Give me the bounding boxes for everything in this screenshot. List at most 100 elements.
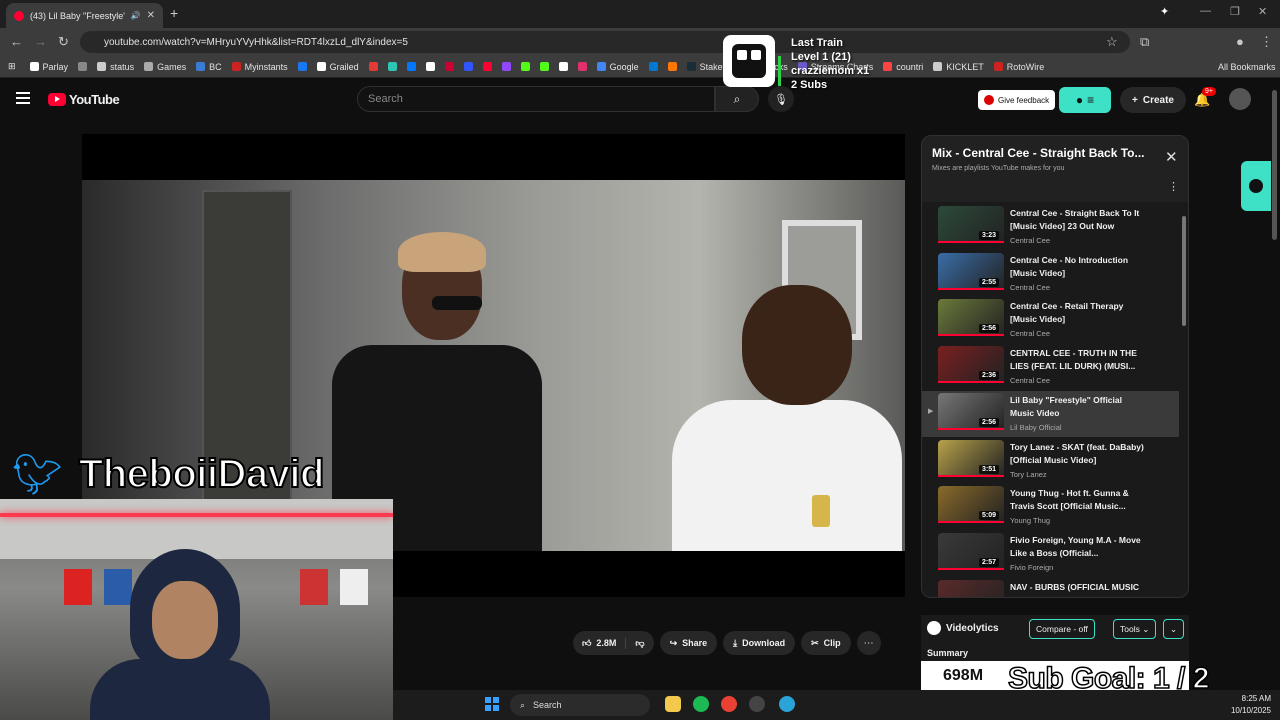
gemini-icon[interactable]: ✦: [1160, 5, 1169, 18]
bookmark-item[interactable]: [368, 62, 378, 71]
bookmark-item[interactable]: [558, 62, 568, 71]
playlist-item-title[interactable]: Lil Baby "Freestyle" Official Music Vide…: [1010, 394, 1145, 420]
clip-button[interactable]: ✂ Clip: [801, 631, 851, 655]
apps-icon[interactable]: ⊞: [8, 61, 16, 72]
bookmark-item[interactable]: [444, 62, 454, 71]
minimize-button[interactable]: —: [1200, 5, 1211, 17]
bookmark-item[interactable]: status: [97, 62, 134, 72]
playlist-item-title[interactable]: Central Cee - No Introduction [Music Vid…: [1010, 254, 1145, 280]
page-scrollbar[interactable]: [1272, 90, 1277, 240]
spotify-icon[interactable]: [693, 696, 709, 712]
duration-badge: 3:51: [979, 464, 1000, 474]
bookmark-item[interactable]: Games: [144, 62, 186, 72]
bookmark-item[interactable]: [577, 62, 587, 71]
bookmark-favicon-icon: [97, 62, 107, 71]
bookmark-item[interactable]: RotoWire: [993, 62, 1044, 72]
close-tab-icon[interactable]: ✕: [147, 10, 155, 21]
more-actions-button[interactable]: ⋯: [856, 631, 881, 655]
playlist-item-title[interactable]: Central Cee - Straight Back To It [Music…: [1010, 207, 1145, 233]
playlist-item[interactable]: 2:56 Central Cee - Retail Therapy [Music …: [922, 297, 1179, 343]
obs-icon[interactable]: [749, 696, 765, 712]
avatar[interactable]: [1229, 88, 1251, 110]
playlist-item[interactable]: NAV - BURBS (OFFICIAL MUSIC VIDEO): [922, 578, 1179, 597]
bookmark-item[interactable]: Grailed: [316, 62, 359, 72]
close-playlist-icon[interactable]: ✕: [1165, 148, 1178, 166]
playlist-item[interactable]: 3:23 Central Cee - Straight Back To It [M…: [922, 204, 1179, 250]
back-button[interactable]: ←: [10, 34, 23, 49]
bookmark-item[interactable]: [406, 62, 416, 71]
playlist-item[interactable]: 5:09 Young Thug - Hot ft. Gunna & Travis …: [922, 484, 1179, 530]
playlist-item-title[interactable]: Tory Lanez - SKAT (feat. DaBaby) [Offici…: [1010, 441, 1145, 467]
playlist-panel: Mix - Central Cee - Straight Back To... …: [921, 135, 1189, 598]
playlist-item-title[interactable]: Central Cee - Retail Therapy [Music Vide…: [1010, 300, 1145, 326]
file-explorer-icon[interactable]: [665, 696, 681, 712]
playlist-title[interactable]: Mix - Central Cee - Straight Back To...: [932, 146, 1144, 160]
browser-tab[interactable]: (43) Lil Baby "Freestyle" Offi 🔊 ✕: [6, 3, 163, 28]
youtube-logo[interactable]: YouTube: [48, 92, 120, 107]
taskbar-clock[interactable]: 8:25 AM 10/10/2025: [1213, 693, 1271, 717]
extension-button[interactable]: ● ≡: [1059, 87, 1111, 113]
train-progress-bar: [778, 56, 781, 86]
bookmark-item[interactable]: [425, 62, 435, 71]
bookmark-item[interactable]: Google: [596, 62, 639, 72]
bookmark-item[interactable]: KICKLET: [933, 62, 984, 72]
create-button[interactable]: + Create: [1120, 87, 1186, 113]
playlist-item[interactable]: ▶ 2:56 Lil Baby "Freestyle" Official Music…: [922, 390, 1179, 437]
bookmark-item[interactable]: [667, 62, 677, 71]
playlist-item[interactable]: 2:36 CENTRAL CEE - TRUTH IN THE LIES (FEA…: [922, 344, 1179, 390]
playlist-item[interactable]: 2:57 Fivio Foreign, Young M.A - Move Like…: [922, 531, 1179, 577]
browser-menu-icon[interactable]: ⋮: [1260, 34, 1273, 50]
bookmark-item[interactable]: countri: [883, 62, 923, 72]
close-window-button[interactable]: ✕: [1258, 5, 1267, 18]
bookmark-item[interactable]: [387, 62, 397, 71]
playlist-item-title[interactable]: NAV - BURBS (OFFICIAL MUSIC VIDEO): [1010, 581, 1145, 597]
reload-button[interactable]: ↻: [58, 34, 69, 50]
playlist-item[interactable]: 2:55 Central Cee - No Introduction [Music…: [922, 251, 1179, 297]
playlist-thumbnail[interactable]: [938, 579, 1004, 597]
url-input[interactable]: youtube.com/watch?v=MHryuYVyHhk&list=RDT…: [80, 31, 1130, 53]
dislike-button[interactable]: 👎︎: [626, 638, 653, 649]
chrome-icon[interactable]: [721, 696, 737, 712]
bookmark-star-icon[interactable]: ☆: [1106, 34, 1118, 50]
taskbar-search[interactable]: ⌕ Search: [510, 694, 650, 716]
menu-icon[interactable]: [16, 92, 30, 104]
bookmark-item[interactable]: [482, 62, 492, 71]
bookmark-item[interactable]: Myinstants: [231, 62, 288, 72]
windows-start-icon[interactable]: [485, 697, 499, 711]
forward-button[interactable]: →: [34, 34, 47, 49]
collapse-button[interactable]: ⌄: [1163, 619, 1185, 639]
bookmark-item[interactable]: Stake: [686, 62, 723, 72]
give-feedback-button[interactable]: Give feedback: [978, 90, 1056, 110]
share-button[interactable]: ↪ Share: [659, 631, 718, 655]
all-bookmarks[interactable]: All Bookmarks: [1218, 62, 1276, 72]
side-extension-widget[interactable]: [1241, 161, 1271, 211]
bookmark-item[interactable]: BC: [196, 62, 222, 72]
edge-icon[interactable]: [779, 696, 795, 712]
bookmark-item[interactable]: [501, 62, 511, 71]
extensions-icon[interactable]: ⧉: [1140, 34, 1149, 50]
bookmark-favicon-icon: [196, 62, 206, 71]
bookmark-item[interactable]: [297, 62, 307, 71]
bookmark-item[interactable]: [78, 62, 88, 71]
notification-badge: 9+: [1202, 87, 1216, 96]
bookmark-item[interactable]: [463, 62, 473, 71]
tools-dropdown[interactable]: Tools ⌄: [1113, 619, 1157, 639]
profile-icon[interactable]: ●: [1236, 34, 1244, 49]
bookmark-item[interactable]: [539, 62, 549, 71]
playlist-menu-icon[interactable]: ⋮: [1168, 180, 1179, 193]
bookmark-item[interactable]: [520, 62, 530, 71]
like-button[interactable]: 👍︎ 2.8M: [573, 637, 627, 649]
compare-toggle[interactable]: Compare - off: [1029, 619, 1095, 639]
playlist-item-title[interactable]: CENTRAL CEE - TRUTH IN THE LIES (FEAT. L…: [1010, 347, 1145, 373]
playlist-item[interactable]: 3:51 Tory Lanez - SKAT (feat. DaBaby) [Of…: [922, 438, 1179, 484]
search-input[interactable]: Search: [357, 86, 715, 112]
bookmark-item[interactable]: Parlay: [29, 62, 68, 72]
maximize-button[interactable]: ❐: [1230, 5, 1240, 18]
playlist-item-title[interactable]: Fivio Foreign, Young M.A - Move Like a B…: [1010, 534, 1145, 560]
bookmark-item[interactable]: [648, 62, 658, 71]
playlist-scrollbar[interactable]: [1182, 216, 1186, 326]
download-button[interactable]: ⤓ Download: [723, 631, 796, 655]
search-button[interactable]: ⌕: [715, 86, 759, 112]
playlist-item-title[interactable]: Young Thug - Hot ft. Gunna & Travis Scot…: [1010, 487, 1145, 513]
new-tab-button[interactable]: +: [170, 5, 178, 21]
